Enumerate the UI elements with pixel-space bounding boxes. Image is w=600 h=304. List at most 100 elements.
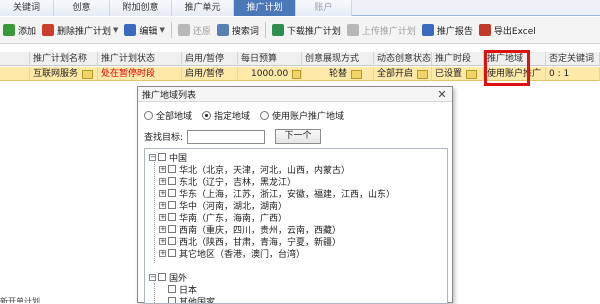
tree-node-abroad[interactable]: − 国外 bbox=[149, 271, 187, 283]
delete-campaign-button[interactable]: 删除推广计划 ▼ bbox=[39, 21, 121, 39]
cell-time[interactable]: 已设置 bbox=[432, 67, 484, 81]
radio-specified-regions[interactable]: 指定地域 bbox=[202, 109, 250, 122]
campaign-status: 处在暂停时段 bbox=[101, 67, 155, 81]
enable-value: 启用/暂停 bbox=[185, 67, 224, 81]
col-header-region[interactable]: 推广地域 bbox=[484, 52, 546, 66]
expand-icon[interactable]: + bbox=[159, 214, 166, 221]
edit-icon[interactable] bbox=[466, 70, 477, 79]
cell-dynamic[interactable]: 全部开启 bbox=[374, 67, 432, 81]
checkbox[interactable] bbox=[168, 177, 176, 185]
close-icon[interactable]: ✕ bbox=[436, 88, 448, 101]
col-header-time[interactable]: 推广时段 bbox=[432, 52, 484, 66]
dialog-title: 推广地域列表 bbox=[142, 88, 196, 101]
search-terms-button[interactable]: 搜索词 bbox=[214, 21, 262, 39]
expand-icon[interactable]: + bbox=[159, 190, 166, 197]
tab-creatives[interactable]: 创意 bbox=[54, 0, 110, 16]
col-header-name[interactable]: 推广计划名称 bbox=[30, 52, 98, 66]
edit-icon[interactable] bbox=[351, 70, 362, 79]
col-header-enable[interactable]: 启用/暂停 bbox=[182, 52, 238, 66]
expand-icon[interactable]: + bbox=[159, 226, 166, 233]
edit-icon[interactable] bbox=[82, 70, 93, 79]
checkbox[interactable] bbox=[168, 249, 176, 257]
chevron-down-icon: ▼ bbox=[159, 26, 164, 34]
tree-node-china[interactable]: − 中国 bbox=[149, 151, 187, 163]
radio-label: 全部地域 bbox=[156, 109, 192, 122]
status-text: 新开单计划 bbox=[0, 296, 140, 303]
edit-icon[interactable] bbox=[417, 70, 428, 79]
search-terms-label: 搜索词 bbox=[232, 24, 259, 37]
checkbox[interactable] bbox=[168, 201, 176, 209]
region-value: 使用账户推广 bbox=[487, 67, 541, 81]
upload-icon bbox=[347, 24, 359, 36]
tree-node-xinan[interactable]: + 西南（重庆，四川，贵州，云南，西藏） bbox=[159, 223, 341, 235]
checkbox[interactable] bbox=[168, 189, 176, 197]
cell-display[interactable]: 轮替 bbox=[302, 67, 374, 81]
tab-account[interactable]: 账户 bbox=[296, 0, 352, 16]
tab-campaigns[interactable]: 推广计划 bbox=[234, 0, 296, 16]
collapse-icon[interactable]: − bbox=[149, 154, 156, 161]
tab-ad-units[interactable]: 推广单元 bbox=[172, 0, 234, 16]
tree-node-other[interactable]: + 其它地区（香港，澳门，台湾） bbox=[159, 247, 305, 259]
edit-icon bbox=[124, 24, 136, 36]
search-input[interactable] bbox=[187, 130, 265, 144]
expand-icon[interactable]: + bbox=[159, 250, 166, 257]
next-button[interactable]: 下一个 bbox=[275, 129, 321, 144]
checkbox[interactable] bbox=[168, 237, 176, 245]
tree-node-huabei[interactable]: + 华北（北京，天津，河北，山西，内蒙古） bbox=[159, 163, 350, 175]
export-excel-button[interactable]: 导出Excel bbox=[476, 21, 539, 39]
checkbox[interactable] bbox=[168, 225, 176, 233]
tree-node-japan[interactable]: 日本 bbox=[168, 283, 197, 295]
checkbox[interactable] bbox=[168, 285, 176, 293]
cell-name[interactable]: 互联网服务 bbox=[30, 67, 98, 81]
download-campaign-button[interactable]: 下载推广计划 bbox=[269, 21, 344, 39]
edit-button[interactable]: 编辑 ▼ bbox=[121, 21, 167, 39]
tree-node-huadong[interactable]: + 华东（上海，江苏，浙江，安徽，福建，江西，山东） bbox=[159, 187, 395, 199]
tab-keywords[interactable]: 关键词 bbox=[0, 0, 54, 16]
col-header-display[interactable]: 创意展现方式 bbox=[302, 52, 374, 66]
tree-node-label: 其它地区（香港，澳门，台湾） bbox=[179, 247, 305, 260]
radio-dot bbox=[144, 111, 153, 120]
checkbox[interactable] bbox=[158, 153, 166, 161]
region-dialog: 推广地域列表 ✕ 全部地域 指定地域 使用账户推广地域 查找目标: 下一个 − … bbox=[137, 86, 453, 303]
tree-node-huanan[interactable]: + 华南（广东，海南，广西） bbox=[159, 211, 287, 223]
toolbar: 添加 删除推广计划 ▼ 编辑 ▼ 还原 搜索词 下载推广计划 上传推广计划 推广… bbox=[0, 17, 600, 44]
expand-icon[interactable]: + bbox=[159, 238, 166, 245]
add-label: 添加 bbox=[18, 24, 36, 37]
checkbox[interactable] bbox=[168, 165, 176, 173]
col-header-budget[interactable]: 每日预算 bbox=[238, 52, 302, 66]
budget-value: 1000.00 bbox=[251, 67, 288, 81]
radio-all-regions[interactable]: 全部地域 bbox=[144, 109, 192, 122]
upload-label: 上传推广计划 bbox=[362, 24, 416, 37]
undo-button[interactable]: 还原 bbox=[175, 21, 214, 39]
col-header-dynamic[interactable]: 动态创意状态 bbox=[374, 52, 432, 66]
cell-status: 处在暂停时段 bbox=[98, 67, 182, 81]
tree-node-xibei[interactable]: + 西北（陕西，甘肃，青海，宁夏，新疆） bbox=[159, 235, 341, 247]
cell-enable[interactable]: 启用/暂停 bbox=[182, 67, 238, 81]
tree-node-dongbei[interactable]: + 东北（辽宁，吉林，黑龙江） bbox=[159, 175, 296, 187]
edit-icon[interactable] bbox=[292, 70, 301, 79]
checkbox[interactable] bbox=[168, 213, 176, 221]
tab-extra-creatives[interactable]: 附加创意 bbox=[110, 0, 172, 16]
undo-label: 还原 bbox=[193, 24, 211, 37]
col-header-negative[interactable]: 否定关键词 bbox=[546, 52, 600, 66]
add-button[interactable]: 添加 bbox=[0, 21, 39, 39]
dialog-title-bar: 推广地域列表 ✕ bbox=[138, 87, 452, 102]
report-button[interactable]: 推广报告 bbox=[419, 21, 476, 39]
collapse-icon[interactable]: − bbox=[149, 274, 156, 281]
cell-region[interactable]: 使用账户推广 bbox=[484, 67, 546, 81]
table-row[interactable]: 互联网服务 处在暂停时段 启用/暂停 1000.00 轮替 全部开启 已设置 使… bbox=[0, 67, 600, 81]
expand-icon[interactable]: + bbox=[159, 202, 166, 209]
col-header-status[interactable]: 推广计划状态 bbox=[98, 52, 182, 66]
campaign-name: 互联网服务 bbox=[33, 67, 78, 81]
expand-icon[interactable]: + bbox=[159, 178, 166, 185]
cell-budget[interactable]: 1000.00 bbox=[238, 67, 302, 81]
tree-node-huazhong[interactable]: + 华中（河南，湖北，湖南） bbox=[159, 199, 287, 211]
cell-negative[interactable]: 0 : 1 bbox=[546, 67, 600, 81]
radio-account-regions[interactable]: 使用账户推广地域 bbox=[260, 109, 344, 122]
expand-icon[interactable]: + bbox=[159, 166, 166, 173]
checkbox[interactable] bbox=[158, 273, 166, 281]
upload-campaign-button[interactable]: 上传推广计划 bbox=[344, 21, 419, 39]
download-icon bbox=[272, 24, 284, 36]
col-header[interactable] bbox=[0, 52, 30, 66]
chevron-down-icon: ▼ bbox=[113, 26, 118, 34]
